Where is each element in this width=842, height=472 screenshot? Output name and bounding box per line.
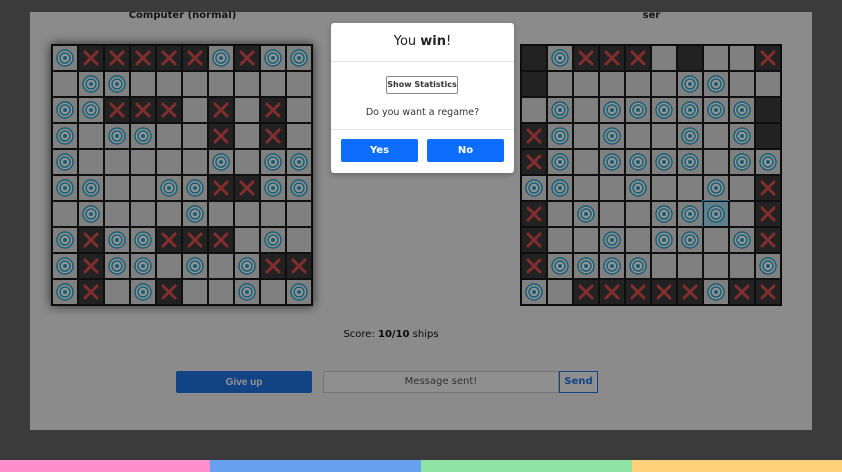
footer-strip-yellow: [632, 460, 842, 472]
show-statistics-button[interactable]: Show Statistics: [386, 76, 458, 94]
modal-title: You win!: [393, 34, 452, 49]
footer-strip-blue: [210, 460, 421, 472]
no-button[interactable]: No: [427, 139, 504, 162]
footer-strip-pink: [0, 460, 210, 472]
modal-divider: [331, 61, 514, 62]
win-modal: You win! Show Statistics Do you want a r…: [331, 23, 514, 173]
regame-question: Do you want a regame?: [365, 107, 480, 118]
yes-button[interactable]: Yes: [341, 139, 418, 162]
modal-divider: [331, 129, 514, 130]
footer-strip-green: [421, 460, 632, 472]
